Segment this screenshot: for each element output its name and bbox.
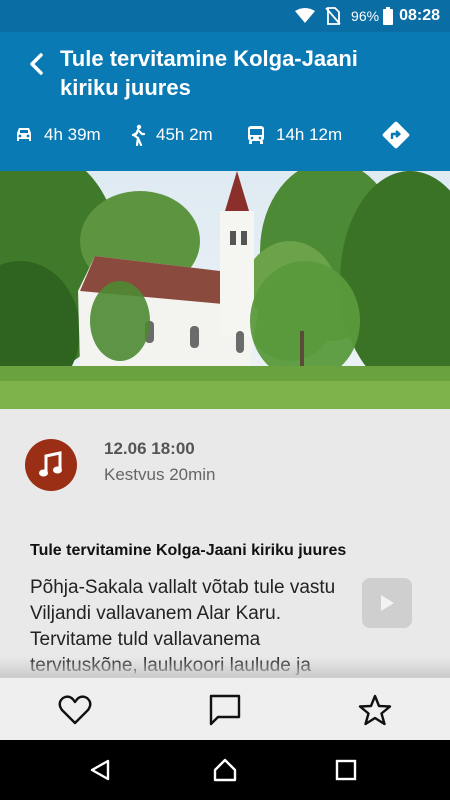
nav-home-button[interactable] [210, 755, 240, 785]
status-bar: 96% 08:28 [0, 0, 450, 32]
system-nav-bar [0, 740, 450, 800]
church-photo [0, 171, 450, 409]
event-title: Tule tervitamine Kolga-Jaani kiriku juur… [30, 542, 347, 559]
wifi-icon [295, 8, 316, 24]
scroll-fade [0, 657, 450, 677]
heart-icon [58, 695, 92, 725]
bookmark-star-button[interactable] [357, 692, 393, 728]
travel-walk: 45h 2m [130, 118, 213, 152]
event-datetime: 12.06 18:00 [104, 439, 195, 458]
travel-car: 4h 39m [14, 118, 101, 152]
back-button[interactable] [20, 48, 52, 80]
audio-badge [25, 439, 77, 491]
favorite-button[interactable] [57, 692, 93, 728]
comment-icon [209, 694, 241, 726]
directions-icon [382, 121, 410, 149]
travel-walk-time: 45h 2m [156, 125, 213, 144]
battery-percent: 96% [351, 8, 380, 24]
nav-recents-button[interactable] [331, 755, 361, 785]
comment-button[interactable] [207, 692, 243, 728]
event-duration: Kestvus 20min [104, 465, 216, 484]
bus-icon [246, 125, 266, 145]
travel-bus-time: 14h 12m [276, 125, 343, 144]
play-icon [381, 595, 394, 611]
play-button[interactable] [362, 578, 412, 628]
action-bar [0, 677, 450, 740]
car-icon [14, 126, 34, 144]
music-note-icon [39, 451, 62, 477]
star-icon [358, 694, 392, 726]
back-icon [90, 759, 110, 781]
page-title: Tule tervitamine Kolga-Jaani kiriku juur… [60, 46, 358, 100]
directions-button[interactable] [380, 119, 412, 151]
walk-icon [130, 124, 146, 146]
chevron-left-icon [30, 53, 43, 75]
clock: 08:28 [399, 7, 440, 24]
battery-icon [383, 7, 394, 25]
nav-back-button[interactable] [85, 755, 115, 785]
travel-bus: 14h 12m [246, 118, 342, 152]
header: Tule tervitamine Kolga-Jaani kiriku juur… [0, 32, 450, 171]
no-sim-icon [325, 7, 341, 25]
home-icon [213, 758, 237, 782]
recents-icon [335, 759, 357, 781]
travel-times: 4h 39m 45h 2m 14h 12m [0, 118, 450, 152]
travel-car-time: 4h 39m [44, 125, 101, 144]
event-details: 12.06 18:00 Kestvus 20min Tule tervitami… [0, 409, 450, 677]
